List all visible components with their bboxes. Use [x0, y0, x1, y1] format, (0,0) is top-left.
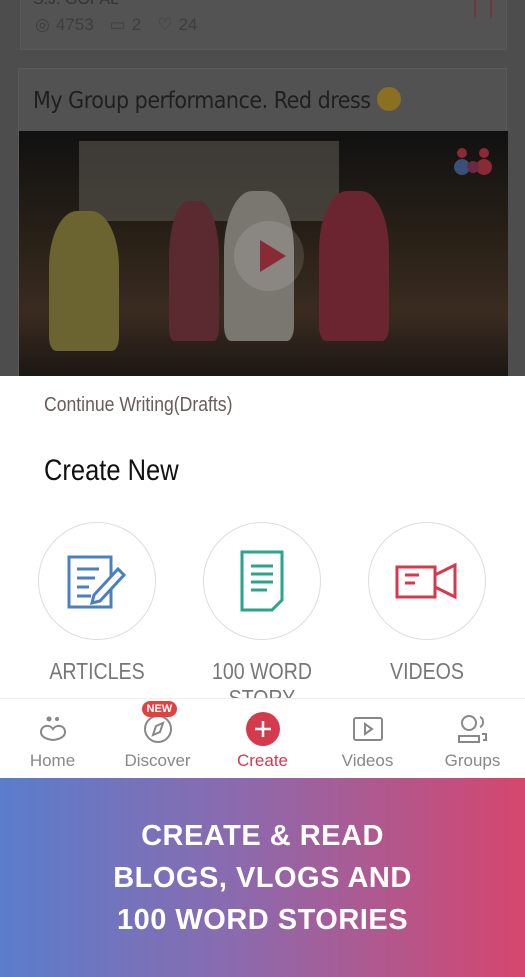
dancer [319, 191, 389, 341]
eye-icon: ◎ [35, 15, 50, 34]
dancer [49, 211, 119, 351]
bottom-nav: Home NEW Discover Create Videos Groups [0, 698, 525, 778]
likes-count: 24 [178, 15, 198, 34]
views-count: 4753 [55, 15, 94, 34]
post-stats: ◎ 4753 ▭ 2 ♡ 24 [35, 15, 197, 35]
option-label: VIDEOS [390, 658, 464, 684]
video-camera-icon [395, 562, 457, 600]
video-thumbnail[interactable] [19, 131, 508, 376]
home-icon [39, 716, 66, 742]
new-badge: NEW [141, 701, 178, 717]
nav-create[interactable]: Create [210, 699, 315, 778]
banner-line: CREATE & READ [141, 819, 384, 852]
banner-line: 100 WORD STORIES [116, 903, 409, 936]
heart-icon: ♡ [157, 15, 173, 34]
nav-label: Discover [124, 751, 191, 770]
plus-icon [245, 712, 280, 746]
document-icon [240, 550, 284, 612]
create-new-heading: Create New [44, 454, 179, 487]
post-card[interactable]: S.J. GOPAL ◎ 4753 ▭ 2 ♡ 24 [20, 0, 507, 50]
option-videos[interactable]: VIDEOS [342, 522, 512, 685]
nav-label: Home [29, 751, 76, 770]
compass-icon [143, 715, 172, 743]
promo-banner: CREATE & READ BLOGS, VLOGS AND 100 WORD … [0, 778, 525, 977]
brand-logo-icon [454, 148, 492, 175]
create-sheet: Continue Writing(Drafts) Create New ARTI… [0, 376, 525, 711]
nav-discover[interactable]: NEW Discover [105, 699, 210, 778]
nav-videos[interactable]: Videos [315, 699, 420, 778]
nav-label: Videos [341, 751, 394, 770]
nav-label: Groups [444, 751, 501, 770]
nav-label: Create [236, 751, 289, 770]
articles-button[interactable] [38, 522, 156, 640]
comments-count: 2 [131, 15, 142, 34]
dancer [169, 201, 219, 341]
feed-background: S.J. GOPAL ◎ 4753 ▭ 2 ♡ 24 My Group perform… [0, 0, 525, 376]
nav-groups[interactable]: Groups [420, 699, 525, 778]
play-icon [352, 717, 383, 741]
option-label: ARTICLES [49, 658, 145, 684]
continue-drafts-link[interactable]: Continue Writing(Drafts) [44, 394, 232, 417]
nav-home[interactable]: Home [0, 699, 105, 778]
banner-line: BLOGS, VLOGS AND [113, 861, 412, 894]
story-button[interactable] [203, 522, 321, 640]
option-articles[interactable]: ARTICLES [12, 522, 182, 685]
option-100-word-story[interactable]: 100 WORD STORY [177, 522, 347, 712]
groups-icon [457, 715, 487, 743]
videos-button[interactable] [368, 522, 486, 640]
post-card[interactable]: My Group performance. Red dress [18, 68, 508, 376]
play-icon[interactable] [234, 221, 304, 291]
comment-icon: ▭ [109, 15, 126, 34]
heart-eyes-emoji-icon [376, 87, 401, 111]
bookmark-icon[interactable] [474, 0, 492, 19]
post-title-text: My Group performance. Red dress [33, 88, 371, 114]
post-author: S.J. GOPAL [33, 0, 119, 9]
article-edit-icon [67, 555, 127, 609]
post-title: My Group performance. Red dress [33, 87, 401, 114]
